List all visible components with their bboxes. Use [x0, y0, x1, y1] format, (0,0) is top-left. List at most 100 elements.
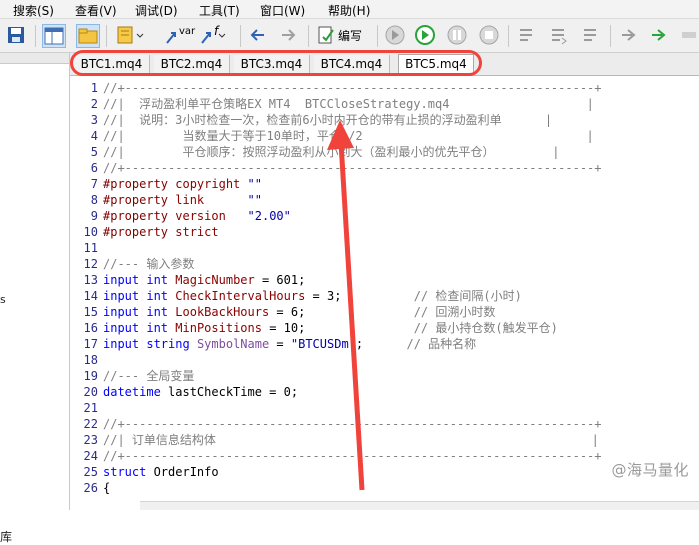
line-number: 8: [90, 193, 98, 207]
notebook-icon: [117, 26, 133, 44]
menu-debug[interactable]: 调试(D): [135, 2, 178, 19]
save-button[interactable]: [6, 24, 26, 46]
code-text: //| 浮动盈利单平仓策略EX MT4 BTCCloseStrategy.mq4…: [103, 96, 594, 112]
compile-button[interactable]: 编写: [316, 24, 362, 46]
history-play-icon: [385, 25, 405, 45]
menu-view[interactable]: 查看(V): [75, 2, 117, 19]
code-text: {: [103, 480, 110, 496]
line-number: 4: [90, 129, 98, 143]
code-text: datetime lastCheckTime = 0;: [103, 384, 298, 400]
line-number: 6: [90, 161, 98, 175]
line-number: 7: [90, 177, 98, 191]
styler-button[interactable]: [114, 24, 144, 46]
step-over-button[interactable]: [548, 24, 570, 46]
code-text: #property link "": [103, 192, 262, 208]
back-button[interactable]: [248, 24, 268, 46]
step-over-icon: [552, 29, 567, 45]
code-token: // 最小持仓数(触发平仓): [413, 321, 558, 335]
code-token: input: [103, 337, 147, 351]
arrow-right-icon: [282, 29, 296, 41]
chevron-down-icon: [136, 33, 144, 38]
stop-button[interactable]: [478, 24, 500, 46]
navigator-toggle-button[interactable]: [42, 24, 66, 48]
line-number: 14: [83, 289, 98, 303]
code-text: #property version "2.00": [103, 208, 291, 224]
code-token: //| 平仓顺序：按照浮动盈利从小到大（盈利最小的优先平仓） |: [103, 145, 560, 159]
menu-window[interactable]: 窗口(W): [260, 2, 305, 19]
code-token: version: [175, 209, 226, 223]
line-number: 21: [83, 401, 98, 415]
code-token: //| 说明：3小时检查一次，检查前6小时内开仓的带有止损的浮动盈利单 |: [103, 113, 553, 127]
code-token: #property: [103, 225, 176, 239]
line-number: 19: [83, 369, 98, 383]
code-token: input: [103, 305, 147, 319]
line-number: 11: [83, 241, 98, 255]
line-number: 23: [83, 433, 98, 447]
code-text: #property strict: [103, 224, 219, 240]
toolbar-separator: [35, 25, 36, 47]
insert-function-button[interactable]: f: [200, 24, 226, 46]
stop-icon: [479, 25, 499, 45]
code-text: struct OrderInfo: [103, 464, 219, 480]
code-token: int: [146, 289, 176, 303]
line-number: 16: [83, 321, 98, 335]
toolbox-toggle-button[interactable]: [76, 24, 100, 48]
code-token: #property: [103, 209, 176, 223]
toolbar-separator: [106, 25, 107, 47]
step-out-button[interactable]: [580, 24, 602, 46]
folder-icon: [78, 28, 98, 44]
line-number: 17: [83, 337, 98, 351]
navigator-header: [0, 53, 69, 64]
code-text: //| 订单信息结构体 |: [103, 432, 599, 448]
start-debug-button[interactable]: [414, 24, 436, 46]
line-number: 15: [83, 305, 98, 319]
navigator-fragment: 库: [0, 530, 13, 544]
code-text: //| 当数量大于等于10单时，平仓1/2 |: [103, 128, 594, 144]
line-number: 9: [90, 209, 98, 223]
code-text: input string SymbolName = "BTCUSDm"; // …: [103, 336, 476, 352]
line-number: 22: [83, 417, 98, 431]
pause-button[interactable]: [446, 24, 468, 46]
insert-var-button[interactable]: var: [165, 24, 195, 46]
insert-arrow-icon: [201, 32, 211, 44]
insert-arrow-icon: [166, 32, 176, 44]
line-number: 25: [83, 465, 98, 479]
chevron-down-icon: [218, 33, 226, 38]
code-token: input: [103, 321, 147, 335]
code-text: input int CheckIntervalHours = 3; // 检查间…: [103, 288, 522, 304]
code-token: input: [103, 289, 147, 303]
code-token: lastCheckTime = 0;: [168, 385, 299, 399]
start-on-history-button[interactable]: [384, 24, 406, 46]
code-token: // 回溯小时数: [413, 305, 496, 319]
code-token: MinPositions: [175, 321, 262, 335]
code-text: //+-------------------------------------…: [103, 80, 602, 96]
code-token: "": [247, 177, 262, 191]
arrow-left-icon: [250, 29, 264, 41]
code-editor[interactable]: 1 //+------------------------------------…: [70, 76, 699, 510]
line-number: 24: [83, 449, 98, 463]
menu-help[interactable]: 帮助(H): [328, 2, 370, 19]
menu-tools[interactable]: 工具(T): [199, 2, 240, 19]
code-token: strict: [175, 225, 219, 239]
step-into-button[interactable]: [516, 24, 538, 46]
code-text: #property copyright "": [103, 176, 262, 192]
code-token: // 检查间隔(小时): [413, 289, 522, 303]
code-text: //--- 输入参数: [103, 256, 194, 272]
continue-button[interactable]: [650, 24, 670, 46]
navigator-icon: [44, 27, 64, 45]
run-to-button[interactable]: [620, 24, 640, 46]
more-toolbar-button[interactable]: [680, 24, 698, 46]
code-text: //| 平仓顺序：按照浮动盈利从小到大（盈利最小的优先平仓） |: [103, 144, 560, 160]
menu-search[interactable]: 搜索(S): [13, 2, 54, 19]
forward-button[interactable]: [278, 24, 298, 46]
code-token: //| 当数量大于等于10单时，平仓1/2 |: [103, 129, 594, 143]
tab-highlight-annotation: [70, 50, 482, 76]
code-token: //--- 输入参数: [103, 257, 195, 271]
horizontal-scrollbar[interactable]: [140, 501, 699, 510]
toolbar-separator: [240, 25, 241, 47]
toolbar-separator: [308, 25, 309, 47]
code-token: // 品种名称: [406, 337, 477, 351]
